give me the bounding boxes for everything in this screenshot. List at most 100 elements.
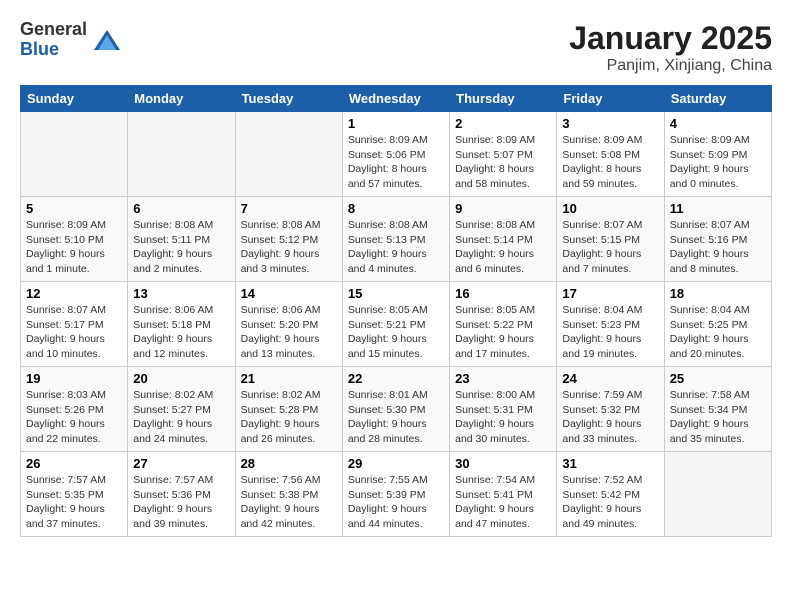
calendar-table: SundayMondayTuesdayWednesdayThursdayFrid… xyxy=(20,85,772,537)
day-info: Sunrise: 8:05 AM Sunset: 5:22 PM Dayligh… xyxy=(455,303,551,362)
day-info: Sunrise: 7:54 AM Sunset: 5:41 PM Dayligh… xyxy=(455,473,551,532)
day-number: 7 xyxy=(241,201,337,216)
calendar-cell: 3Sunrise: 8:09 AM Sunset: 5:08 PM Daylig… xyxy=(557,112,664,197)
day-number: 29 xyxy=(348,456,444,471)
day-number: 28 xyxy=(241,456,337,471)
calendar-cell: 28 Sunrise: 7:56 AM Sunset: 5:38 PM Dayli… xyxy=(235,452,342,537)
calendar-cell: 9 Sunrise: 8:08 AM Sunset: 5:14 PM Daylig… xyxy=(450,197,557,282)
calendar-header-saturday: Saturday xyxy=(664,86,771,112)
day-info: Sunrise: 7:57 AM Sunset: 5:36 PM Dayligh… xyxy=(133,473,229,532)
day-info: Sunrise: 8:05 AM Sunset: 5:21 PM Dayligh… xyxy=(348,303,444,362)
day-number: 6 xyxy=(133,201,229,216)
calendar-cell: 27 Sunrise: 7:57 AM Sunset: 5:36 PM Dayli… xyxy=(128,452,235,537)
calendar-cell xyxy=(664,452,771,537)
day-info: Sunrise: 8:07 AM Sunset: 5:15 PM Dayligh… xyxy=(562,218,658,277)
calendar-cell: 30 Sunrise: 7:54 AM Sunset: 5:41 PM Dayli… xyxy=(450,452,557,537)
calendar-week-row: 26 Sunrise: 7:57 AM Sunset: 5:35 PM Dayli… xyxy=(21,452,772,537)
day-info: Sunrise: 8:07 AM Sunset: 5:16 PM Dayligh… xyxy=(670,218,766,277)
calendar-cell: 13Sunrise: 8:06 AM Sunset: 5:18 PM Dayli… xyxy=(128,282,235,367)
month-title: January 2025 xyxy=(569,20,772,57)
day-info: Sunrise: 7:56 AM Sunset: 5:38 PM Dayligh… xyxy=(241,473,337,532)
calendar-week-row: 5 Sunrise: 8:09 AM Sunset: 5:10 PM Daylig… xyxy=(21,197,772,282)
day-number: 25 xyxy=(670,371,766,386)
logo-icon xyxy=(92,25,122,55)
day-info: Sunrise: 8:08 AM Sunset: 5:14 PM Dayligh… xyxy=(455,218,551,277)
day-number: 4 xyxy=(670,116,766,131)
calendar-cell: 23 Sunrise: 8:00 AM Sunset: 5:31 PM Dayli… xyxy=(450,367,557,452)
day-number: 20 xyxy=(133,371,229,386)
calendar-cell: 1Sunrise: 8:09 AM Sunset: 5:06 PM Daylig… xyxy=(342,112,449,197)
day-info: Sunrise: 8:06 AM Sunset: 5:20 PM Dayligh… xyxy=(241,303,337,362)
calendar-cell: 10 Sunrise: 8:07 AM Sunset: 5:15 PM Dayli… xyxy=(557,197,664,282)
calendar-cell: 14 Sunrise: 8:06 AM Sunset: 5:20 PM Dayli… xyxy=(235,282,342,367)
day-info: Sunrise: 8:04 AM Sunset: 5:23 PM Dayligh… xyxy=(562,303,658,362)
calendar-header-wednesday: Wednesday xyxy=(342,86,449,112)
calendar-cell xyxy=(21,112,128,197)
calendar-cell: 29 Sunrise: 7:55 AM Sunset: 5:39 PM Dayli… xyxy=(342,452,449,537)
logo-general-text: General xyxy=(20,20,87,40)
day-info: Sunrise: 8:09 AM Sunset: 5:08 PM Dayligh… xyxy=(562,133,658,192)
day-info: Sunrise: 8:07 AM Sunset: 5:17 PM Dayligh… xyxy=(26,303,122,362)
day-number: 10 xyxy=(562,201,658,216)
calendar-cell: 31 Sunrise: 7:52 AM Sunset: 5:42 PM Dayli… xyxy=(557,452,664,537)
calendar-header-thursday: Thursday xyxy=(450,86,557,112)
calendar-header-monday: Monday xyxy=(128,86,235,112)
calendar-cell: 6 Sunrise: 8:08 AM Sunset: 5:11 PM Daylig… xyxy=(128,197,235,282)
day-info: Sunrise: 7:55 AM Sunset: 5:39 PM Dayligh… xyxy=(348,473,444,532)
calendar-cell: 2Sunrise: 8:09 AM Sunset: 5:07 PM Daylig… xyxy=(450,112,557,197)
calendar-week-row: 1Sunrise: 8:09 AM Sunset: 5:06 PM Daylig… xyxy=(21,112,772,197)
day-number: 15 xyxy=(348,286,444,301)
calendar-cell: 11 Sunrise: 8:07 AM Sunset: 5:16 PM Dayli… xyxy=(664,197,771,282)
day-number: 17 xyxy=(562,286,658,301)
title-block: January 2025 Panjim, Xinjiang, China xyxy=(569,20,772,75)
day-info: Sunrise: 8:00 AM Sunset: 5:31 PM Dayligh… xyxy=(455,388,551,447)
calendar-cell: 5 Sunrise: 8:09 AM Sunset: 5:10 PM Daylig… xyxy=(21,197,128,282)
calendar-cell: 25 Sunrise: 7:58 AM Sunset: 5:34 PM Dayli… xyxy=(664,367,771,452)
calendar-header-sunday: Sunday xyxy=(21,86,128,112)
day-info: Sunrise: 8:08 AM Sunset: 5:11 PM Dayligh… xyxy=(133,218,229,277)
calendar-cell: 26 Sunrise: 7:57 AM Sunset: 5:35 PM Dayli… xyxy=(21,452,128,537)
calendar-cell xyxy=(128,112,235,197)
calendar-cell: 19Sunrise: 8:03 AM Sunset: 5:26 PM Dayli… xyxy=(21,367,128,452)
day-number: 30 xyxy=(455,456,551,471)
calendar-cell: 17 Sunrise: 8:04 AM Sunset: 5:23 PM Dayli… xyxy=(557,282,664,367)
day-info: Sunrise: 7:57 AM Sunset: 5:35 PM Dayligh… xyxy=(26,473,122,532)
day-number: 26 xyxy=(26,456,122,471)
day-info: Sunrise: 8:02 AM Sunset: 5:28 PM Dayligh… xyxy=(241,388,337,447)
calendar-cell: 22 Sunrise: 8:01 AM Sunset: 5:30 PM Dayli… xyxy=(342,367,449,452)
location: Panjim, Xinjiang, China xyxy=(569,57,772,75)
calendar-cell: 7Sunrise: 8:08 AM Sunset: 5:12 PM Daylig… xyxy=(235,197,342,282)
day-info: Sunrise: 7:52 AM Sunset: 5:42 PM Dayligh… xyxy=(562,473,658,532)
day-info: Sunrise: 8:02 AM Sunset: 5:27 PM Dayligh… xyxy=(133,388,229,447)
day-number: 9 xyxy=(455,201,551,216)
day-info: Sunrise: 8:01 AM Sunset: 5:30 PM Dayligh… xyxy=(348,388,444,447)
day-number: 13 xyxy=(133,286,229,301)
day-number: 11 xyxy=(670,201,766,216)
calendar-week-row: 12 Sunrise: 8:07 AM Sunset: 5:17 PM Dayli… xyxy=(21,282,772,367)
calendar-cell: 4 Sunrise: 8:09 AM Sunset: 5:09 PM Daylig… xyxy=(664,112,771,197)
day-number: 2 xyxy=(455,116,551,131)
logo: General Blue xyxy=(20,20,122,60)
day-number: 23 xyxy=(455,371,551,386)
day-info: Sunrise: 8:09 AM Sunset: 5:10 PM Dayligh… xyxy=(26,218,122,277)
day-info: Sunrise: 7:59 AM Sunset: 5:32 PM Dayligh… xyxy=(562,388,658,447)
day-number: 24 xyxy=(562,371,658,386)
page-header: General Blue January 2025 Panjim, Xinjia… xyxy=(20,20,772,75)
day-number: 1 xyxy=(348,116,444,131)
calendar-cell: 16Sunrise: 8:05 AM Sunset: 5:22 PM Dayli… xyxy=(450,282,557,367)
day-number: 12 xyxy=(26,286,122,301)
day-number: 14 xyxy=(241,286,337,301)
calendar-header-tuesday: Tuesday xyxy=(235,86,342,112)
day-number: 22 xyxy=(348,371,444,386)
day-number: 18 xyxy=(670,286,766,301)
calendar-cell: 18Sunrise: 8:04 AM Sunset: 5:25 PM Dayli… xyxy=(664,282,771,367)
day-number: 27 xyxy=(133,456,229,471)
calendar-cell: 8Sunrise: 8:08 AM Sunset: 5:13 PM Daylig… xyxy=(342,197,449,282)
day-number: 5 xyxy=(26,201,122,216)
calendar-cell: 21Sunrise: 8:02 AM Sunset: 5:28 PM Dayli… xyxy=(235,367,342,452)
day-info: Sunrise: 7:58 AM Sunset: 5:34 PM Dayligh… xyxy=(670,388,766,447)
calendar-header-friday: Friday xyxy=(557,86,664,112)
day-info: Sunrise: 8:09 AM Sunset: 5:09 PM Dayligh… xyxy=(670,133,766,192)
calendar-week-row: 19Sunrise: 8:03 AM Sunset: 5:26 PM Dayli… xyxy=(21,367,772,452)
day-number: 31 xyxy=(562,456,658,471)
